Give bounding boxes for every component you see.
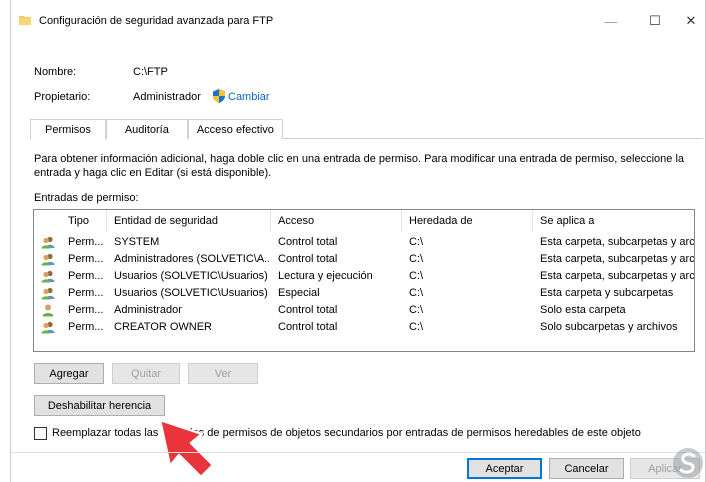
table-row[interactable]: Perm... Usuarios (SOLVETIC\Usuarios) Lec… [34, 268, 694, 285]
close-button[interactable]: ✕ [671, 8, 706, 34]
pointer-arrow-icon [158, 418, 215, 479]
group-icon [41, 321, 55, 334]
remove-button[interactable]: Quitar [112, 363, 180, 384]
maximize-button[interactable]: ☐ [635, 8, 675, 34]
view-button[interactable]: Ver [188, 363, 258, 384]
tab-acceso-efectivo[interactable]: Acceso efectivo [187, 119, 283, 139]
owner-value: Administrador [133, 91, 201, 103]
permission-entries-list[interactable]: Tipo Entidad de seguridad Acceso Heredad… [33, 209, 695, 352]
table-row[interactable]: Perm... Administrador Control total C:\ … [34, 302, 694, 319]
column-header-entidad[interactable]: Entidad de seguridad [114, 215, 218, 227]
name-value: C:\FTP [133, 66, 168, 78]
info-text: Para obtener información adicional, haga… [34, 153, 684, 179]
table-row[interactable]: Perm... CREATOR OWNER Control total C:\ … [34, 319, 694, 336]
folder-icon [19, 16, 31, 25]
owner-label: Propietario: [34, 91, 91, 103]
security-dialog: Configuración de seguridad avanzada para… [10, 0, 706, 482]
group-icon [41, 270, 55, 283]
table-row[interactable]: Perm... Usuarios (SOLVETIC\Usuarios) Esp… [34, 285, 694, 302]
uac-shield-icon [213, 89, 225, 103]
accept-button[interactable]: Aceptar [467, 458, 542, 479]
tab-auditoria[interactable]: Auditoría [105, 119, 188, 139]
group-icon [41, 236, 55, 249]
tab-permisos[interactable]: Permisos [30, 119, 106, 140]
watermark-logo-icon [673, 448, 703, 478]
column-header-aplica[interactable]: Se aplica a [540, 215, 594, 227]
window-title: Configuración de seguridad avanzada para… [39, 15, 274, 27]
add-button[interactable]: Agregar [34, 363, 104, 384]
replace-child-permissions-checkbox[interactable] [34, 427, 47, 440]
replace-child-permissions-label[interactable]: Reemplazar todas las entradas de permiso… [52, 427, 641, 439]
table-row[interactable]: Perm... Administradores (SOLVETIC\A... C… [34, 251, 694, 268]
table-row[interactable]: Perm... SYSTEM Control total C:\ Esta ca… [34, 234, 694, 251]
list-header: Tipo Entidad de seguridad Acceso Heredad… [34, 210, 694, 232]
group-icon [41, 287, 55, 300]
tab-strip: Permisos Auditoría Acceso efectivo [30, 119, 283, 140]
footer-divider [11, 452, 705, 453]
column-header-acceso[interactable]: Acceso [278, 215, 314, 227]
entries-label: Entradas de permiso: [34, 192, 139, 204]
change-owner-link[interactable]: Cambiar [228, 91, 270, 103]
disable-inheritance-button[interactable]: Deshabilitar herencia [34, 395, 165, 416]
column-header-heredada[interactable]: Heredada de [409, 215, 473, 227]
column-header-tipo[interactable]: Tipo [68, 215, 89, 227]
minimize-button[interactable]: — [591, 8, 631, 34]
name-label: Nombre: [34, 66, 77, 78]
title-bar[interactable]: Configuración de seguridad avanzada para… [11, 0, 705, 38]
group-icon [41, 253, 55, 266]
cancel-button[interactable]: Cancelar [549, 458, 624, 479]
user-icon [42, 304, 54, 317]
